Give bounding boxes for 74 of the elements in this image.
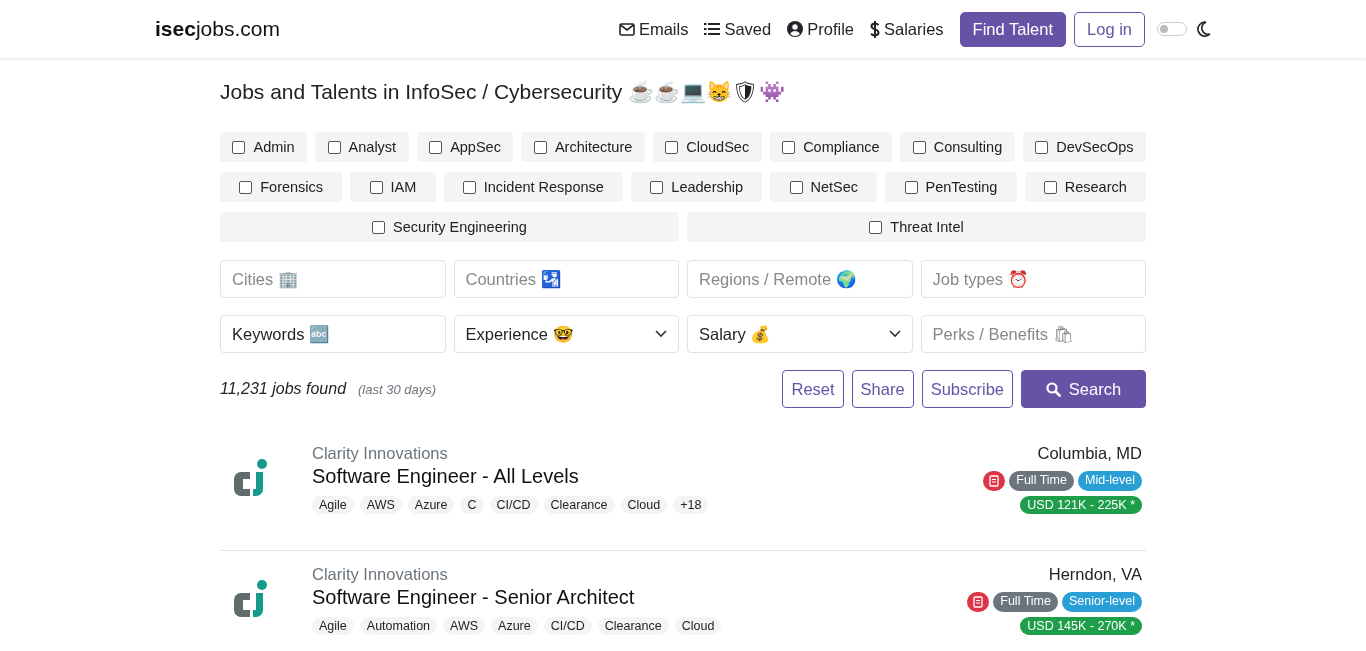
job-badge: Senior-level bbox=[1062, 592, 1142, 612]
category-checkbox[interactable]: Threat Intel bbox=[687, 212, 1146, 242]
skill-tag: Cloud bbox=[620, 496, 668, 514]
moon-icon bbox=[1197, 21, 1211, 37]
nav-link[interactable]: Profile bbox=[787, 19, 854, 39]
salary-badge: USD 121K - 225K * bbox=[1020, 496, 1142, 514]
category-checkbox[interactable]: Incident Response bbox=[443, 172, 624, 202]
category-checkbox[interactable]: Admin bbox=[220, 132, 308, 162]
skill-tag: CI/CD bbox=[543, 617, 592, 635]
find-talent-button[interactable]: Find Talent bbox=[959, 11, 1067, 47]
search-button[interactable]: Search bbox=[1021, 370, 1146, 408]
job-location: Columbia, MD bbox=[1037, 444, 1142, 463]
category-checkbox[interactable]: Architecture bbox=[521, 132, 645, 162]
search-icon bbox=[1045, 381, 1061, 397]
select-field[interactable]: Experience 🤓 bbox=[453, 315, 679, 353]
list-icon bbox=[704, 22, 721, 36]
job-title[interactable]: Software Engineer - All Levels bbox=[312, 465, 984, 488]
category-checkbox[interactable]: Forensics bbox=[220, 172, 343, 202]
login-button[interactable]: Log in bbox=[1074, 11, 1145, 47]
input-field[interactable]: Job types ⏰ bbox=[920, 260, 1146, 298]
select-field[interactable]: Salary 💰 bbox=[687, 315, 913, 353]
job-badge: Full Time bbox=[993, 592, 1058, 612]
category-checkbox[interactable]: AppSec bbox=[416, 132, 514, 162]
skill-tag: C bbox=[460, 496, 484, 514]
skill-tag: Agile bbox=[312, 496, 354, 514]
user-icon bbox=[787, 21, 804, 37]
chevron-down-icon bbox=[888, 330, 901, 338]
company-name[interactable]: Clarity Innovations bbox=[312, 444, 984, 463]
skill-tag: Azure bbox=[491, 617, 538, 635]
input-field[interactable]: Cities 🏢 bbox=[220, 260, 446, 298]
job-badge: Mid-level bbox=[1078, 471, 1142, 491]
skill-tag: Clearance bbox=[597, 617, 669, 635]
nav-link[interactable]: Emails bbox=[618, 19, 689, 39]
action-button[interactable]: Reset bbox=[782, 370, 844, 408]
skill-tag: AWS bbox=[443, 617, 486, 635]
skill-tag: AWS bbox=[359, 496, 402, 514]
category-checkbox[interactable]: Consulting bbox=[900, 132, 1015, 162]
category-checkbox[interactable]: Analyst bbox=[315, 132, 409, 162]
job-badge: Full Time bbox=[1009, 471, 1074, 491]
job-location: Herndon, VA bbox=[1048, 565, 1142, 584]
page-heading: Jobs and Talents in InfoSec / Cybersecurity ☕☕💻😸🛡👾 bbox=[220, 80, 787, 104]
nav-link[interactable]: Salaries bbox=[870, 19, 944, 39]
category-checkbox[interactable]: IAM bbox=[350, 172, 436, 202]
envelope-icon bbox=[618, 22, 635, 36]
category-checkbox[interactable]: PenTesting bbox=[885, 172, 1017, 202]
site-logo[interactable]: isecjobs.com bbox=[155, 17, 280, 41]
input-field[interactable]: Regions / Remote 🌍 bbox=[687, 260, 913, 298]
results-count: 11,231 jobs found bbox=[220, 380, 347, 398]
salary-badge: USD 145K - 270K * bbox=[1020, 617, 1142, 635]
skill-tag: Clearance bbox=[543, 496, 615, 514]
skill-tag: +18 bbox=[673, 496, 709, 514]
category-checkbox[interactable]: Security Engineering bbox=[220, 212, 679, 242]
category-checkbox[interactable]: Research bbox=[1024, 172, 1147, 202]
skill-tag: CI/CD bbox=[489, 496, 538, 514]
category-checkbox[interactable]: DevSecOps bbox=[1022, 132, 1147, 162]
skill-tag: Agile bbox=[312, 617, 354, 635]
company-name[interactable]: Clarity Innovations bbox=[312, 565, 968, 584]
job-title[interactable]: Software Engineer - Senior Architect bbox=[312, 586, 968, 609]
dollar-icon bbox=[870, 20, 880, 38]
skill-tag: Automation bbox=[359, 617, 438, 635]
action-button[interactable]: Subscribe bbox=[921, 370, 1013, 408]
category-checkbox[interactable]: Leadership bbox=[631, 172, 763, 202]
category-checkbox[interactable]: NetSec bbox=[770, 172, 878, 202]
input-field[interactable]: Countries 🛂 bbox=[453, 260, 679, 298]
skill-tag: Azure bbox=[407, 496, 455, 514]
input-field[interactable]: Keywords 🔤 bbox=[220, 315, 446, 353]
input-field[interactable]: Perks / Benefits 🛍 bbox=[920, 315, 1146, 353]
skill-tag: Cloud bbox=[674, 617, 722, 635]
action-button[interactable]: Share bbox=[851, 370, 914, 408]
nav-link[interactable]: Saved bbox=[704, 19, 772, 39]
chevron-down-icon bbox=[655, 330, 667, 338]
results-period: (last 30 days) bbox=[358, 381, 437, 397]
category-checkbox[interactable]: Compliance bbox=[769, 132, 893, 162]
category-checkbox[interactable]: CloudSec bbox=[652, 132, 762, 162]
